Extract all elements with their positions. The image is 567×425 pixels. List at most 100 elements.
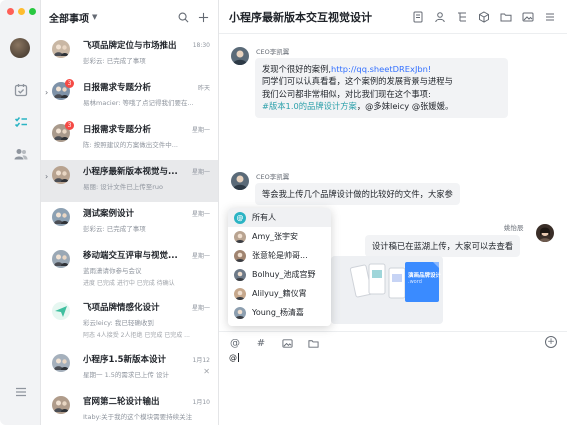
sender-name: CEO李凯翼 <box>256 48 290 56</box>
chevron-right-icon[interactable]: › <box>45 172 48 181</box>
conversation-items: 飞项品牌定位与市场推出 18:30 彭彩云: 已完成了事项 › 3 日报需求专题分析 昨天易… <box>41 34 218 425</box>
conversation-time: 星期一 <box>191 168 210 176</box>
topic-link[interactable]: #版本1.0的品牌设计方案 <box>262 101 357 111</box>
sender-avatar[interactable] <box>231 47 249 65</box>
plus-icon[interactable]: + <box>545 336 557 348</box>
person-avatar <box>234 249 246 262</box>
conversation-item[interactable]: 移动端交互评审与视觉... 星期一 蓝雨潇请你参与会议 进度 已完成 进行中 已完成 … <box>41 244 218 296</box>
file-name: 演画品牌设计 <box>408 273 442 279</box>
message-composer: @ # + @ <box>219 331 567 425</box>
folder-icon[interactable] <box>307 337 319 349</box>
mention-label: 所有人 <box>252 213 276 222</box>
tasks-icon[interactable] <box>13 114 28 129</box>
close-window-button[interactable] <box>7 8 14 15</box>
mention-list: @ 所有人 Amy_张宇安张意轮是帅哥... Bolhuy_池成宫野 Alilyuy_籍… <box>228 208 331 322</box>
text-cursor <box>238 353 239 362</box>
conversation-time: 星期一 <box>191 126 210 134</box>
image-icon[interactable] <box>281 337 293 349</box>
contacts-icon[interactable] <box>13 146 28 161</box>
file-attachment-card[interactable]: 演画品牌设计 .word <box>331 256 443 324</box>
conversation-name: 飞项品牌定位与市场推出 <box>83 41 177 51</box>
file-extension: .word <box>408 279 422 285</box>
cube-icon[interactable] <box>477 10 491 24</box>
conversation-name: 官网第二轮设计输出 <box>83 397 160 407</box>
message-input[interactable]: @ <box>229 353 239 362</box>
conversation-item[interactable]: 测试案例设计 星期一 彭彩云: 已完成了事项 <box>41 202 218 244</box>
message-input-text: @ <box>229 353 237 362</box>
message-text: 同学们可以认真看看，这个案例的发展背景与进程与 <box>262 76 453 87</box>
conversation-preview: 彭彩云: 已完成了事项 <box>83 225 146 233</box>
person-avatar <box>234 230 246 243</box>
message-bubble: 发现个很好的案例,http://qq.sheetDRExJbn! 同学们可以认真… <box>255 58 508 118</box>
conversation-preview: 陈: 按照建议的方案做出交件中... <box>83 141 178 149</box>
sender-avatar[interactable] <box>231 172 249 190</box>
mention-person-option[interactable]: 张意轮是帅哥... <box>228 246 331 265</box>
conversation-time: 18:30 <box>192 41 210 49</box>
more-menu-icon[interactable] <box>543 10 557 24</box>
chat-title: 小程序最新版本交互视觉设计 <box>229 10 372 24</box>
icon-rail <box>0 0 41 425</box>
hierarchy-icon[interactable] <box>455 10 469 24</box>
unread-badge: 3 <box>65 79 74 88</box>
calendar-icon[interactable] <box>13 82 28 97</box>
conversation-item[interactable]: 飞项品牌情感化设计 星期一 彩云leicy: 我已轻确收到 阿态 4人接受 2人拒绝 … <box>41 296 218 348</box>
image-icon[interactable] <box>521 10 535 24</box>
conversation-item[interactable]: 飞项品牌定位与市场推出 18:30 彭彩云: 已完成了事项 <box>41 34 218 76</box>
conversation-time: 星期一 <box>191 210 210 218</box>
group-avatar <box>52 166 70 184</box>
user-avatar[interactable] <box>10 38 30 58</box>
message-bubble: 等会我上传几个品牌设计做的比较好的文件，大家参 <box>255 183 460 206</box>
group-avatar <box>52 302 70 320</box>
group-avatar <box>52 40 70 58</box>
conversation-preview: 彭彩云: 已完成了事项 <box>83 57 146 65</box>
conversation-meta: 阿态 4人接受 2人拒绝 已完成 已完成 ... <box>83 332 190 339</box>
conversation-time: 星期一 <box>191 304 210 312</box>
mention-person-option[interactable]: Alilyuy_籍仪霄 <box>228 284 331 303</box>
search-icon[interactable] <box>176 10 190 24</box>
folder-icon[interactable] <box>499 10 513 24</box>
menu-icon[interactable] <box>13 384 28 399</box>
mention-all-option[interactable]: @ 所有人 <box>228 208 331 227</box>
conversation-time: 1月10 <box>192 398 210 406</box>
conversation-name: 日报需求专题分析 <box>83 83 152 93</box>
conversation-preview: 蓝雨潇请你参与会议 <box>83 267 142 275</box>
add-icon[interactable] <box>196 10 210 24</box>
group-avatar <box>52 250 70 268</box>
conversation-item[interactable]: › 3 日报需求专题分析 昨天 易林macier: 等哦了点记得我们要在... <box>41 76 218 118</box>
conversation-item[interactable]: 3 日报需求专题分析 星期一 陈: 按照建议的方案做出交件中... <box>41 118 218 160</box>
conversation-time: 昨天 <box>197 84 210 92</box>
mention-label: 张意轮是帅哥... <box>252 251 308 260</box>
members-icon[interactable] <box>433 10 447 24</box>
conversation-item[interactable]: 小程序1.5新版本设计 1月12 星期一 1.5的需求已上传 设计 ✕ <box>41 348 218 390</box>
composer-toolbar: @ # <box>229 337 319 349</box>
mention-label: Amy_张宇安 <box>252 232 298 241</box>
at-mention-icon[interactable]: @ <box>229 337 241 349</box>
sender-name: CEO李凯翼 <box>256 173 290 181</box>
zoom-window-button[interactable] <box>29 8 36 15</box>
message-text: 我们公司都非常相似，对比我们现在这个事项: <box>262 88 431 99</box>
conversation-preview: 易林macier: 等哦了点记得我们要在... <box>83 99 194 107</box>
window-controls <box>7 8 36 15</box>
group-avatar <box>52 208 70 226</box>
conversation-item[interactable]: › 小程序最新版本视觉与... 星期一 易丽: 设计文件已上传至ruo <box>41 160 218 202</box>
mention-person-option[interactable]: Amy_张宇安 <box>228 227 331 246</box>
document-icon[interactable] <box>411 10 425 24</box>
conversation-item[interactable]: 官网第二轮设计输出 1月10 Itaby:关于我的这个模块需要持续关注 <box>41 390 218 425</box>
mention-person-option[interactable]: Bolhuy_池成宫野 <box>228 265 331 284</box>
message-text: 发现个很好的案例, <box>262 64 332 74</box>
chevron-right-icon[interactable]: › <box>45 88 48 97</box>
conversation-name: 小程序最新版本视觉与... <box>83 167 178 177</box>
conversation-name: 移动端交互评审与视觉... <box>83 251 178 261</box>
message-link[interactable]: http://qq.sheetDRExJbn! <box>331 64 431 74</box>
list-filter-title[interactable]: 全部事项 <box>49 10 89 25</box>
minimize-window-button[interactable] <box>18 8 25 15</box>
hashtag-icon[interactable]: # <box>255 337 267 349</box>
sender-avatar[interactable] <box>536 224 554 242</box>
conversation-time: 星期一 <box>191 252 210 260</box>
mention-label: Alilyuy_籍仪霄 <box>252 289 307 298</box>
chevron-down-icon[interactable]: ▼ <box>92 13 97 21</box>
mention-person-option[interactable]: Young_杨清嘉 <box>228 303 331 322</box>
person-avatar <box>234 268 246 281</box>
unread-badge: 3 <box>65 121 74 130</box>
person-avatar <box>234 287 246 300</box>
